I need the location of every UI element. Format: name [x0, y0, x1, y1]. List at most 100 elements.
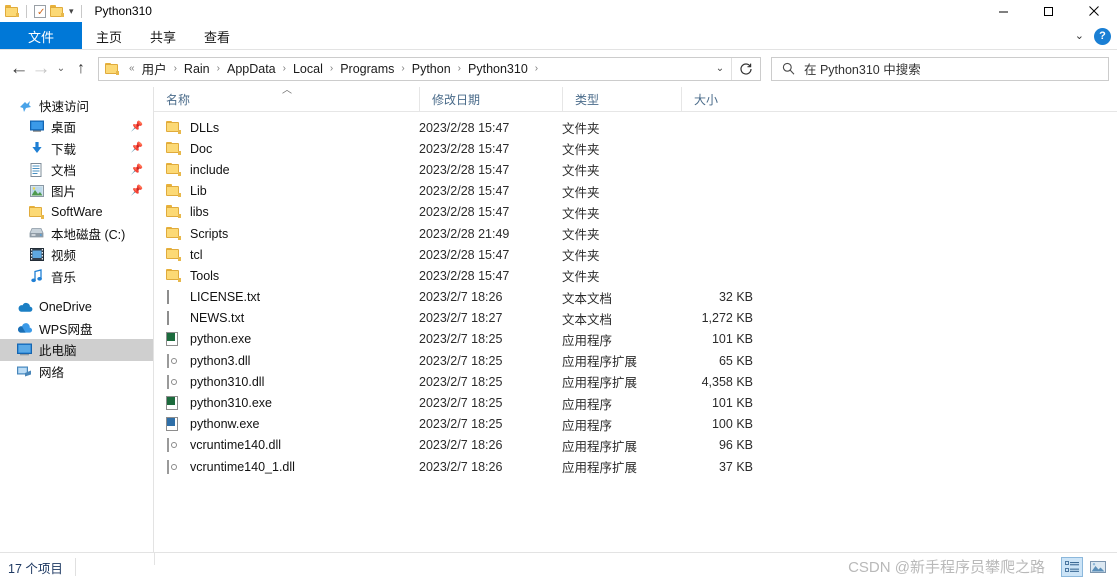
file-name-cell[interactable]: pythonw.exe — [154, 417, 419, 432]
file-type-cell: 文件夹 — [562, 249, 600, 264]
sidebar-item-documents[interactable]: 文档 📌 — [0, 159, 153, 180]
column-header-type[interactable]: 类型 — [562, 87, 681, 111]
sidebar-item-software[interactable]: SoftWare — [0, 201, 153, 222]
help-icon[interactable]: ? — [1094, 27, 1111, 45]
file-name-cell[interactable]: vcruntime140.dll — [154, 438, 419, 453]
file-name-label: Tools — [190, 268, 220, 283]
column-label-type: 类型 — [575, 92, 600, 107]
tab-home[interactable]: 主页 — [82, 22, 136, 50]
item-count-label: 17 个项目 — [8, 561, 63, 576]
column-header-size[interactable]: 大小 — [681, 87, 762, 111]
sidebar-item-network[interactable]: 网络 — [0, 361, 153, 382]
back-button[interactable]: ← — [8, 55, 30, 83]
pin-icon-downloads[interactable]: 📌 — [131, 143, 143, 154]
close-button[interactable] — [1071, 0, 1117, 22]
table-row[interactable]: Lib 2023/2/28 15:47 文件夹 — [154, 181, 1117, 202]
table-row[interactable]: Scripts 2023/2/28 21:49 文件夹 — [154, 223, 1117, 244]
breadcrumb-dropdown-icon[interactable]: ⌄ — [709, 63, 731, 74]
file-name-label: Scripts — [190, 226, 229, 241]
table-row[interactable]: pythonw.exe 2023/2/7 18:25 应用程序 100 KB — [154, 414, 1117, 435]
sidebar-item-music[interactable]: 音乐 — [0, 265, 153, 286]
breadcrumb-item-appdata[interactable]: AppData — [225, 62, 278, 76]
table-row[interactable]: vcruntime140.dll 2023/2/7 18:26 应用程序扩展 96 K… — [154, 435, 1117, 456]
large-icons-view-button[interactable] — [1087, 557, 1109, 577]
table-row[interactable]: Tools 2023/2/28 15:47 文件夹 — [154, 265, 1117, 286]
file-name-cell[interactable]: NEWS.txt — [154, 311, 419, 326]
file-name-cell[interactable]: python3.dll — [154, 353, 419, 368]
table-row[interactable]: DLLs 2023/2/28 15:47 文件夹 — [154, 117, 1117, 138]
table-row[interactable]: vcruntime140_1.dll 2023/2/7 18:26 应用程序扩展 37… — [154, 456, 1117, 477]
sidebar-item-videos[interactable]: 视频 — [0, 244, 153, 265]
search-box[interactable]: 在 Python310 中搜索 — [771, 56, 1109, 81]
sidebar-item-desktop[interactable]: 桌面 📌 — [0, 116, 153, 137]
table-row[interactable]: Doc 2023/2/28 15:47 文件夹 — [154, 138, 1117, 159]
file-name-cell[interactable]: vcruntime140_1.dll — [154, 459, 419, 474]
sidebar-item-wps-cloud[interactable]: WPS网盘 — [0, 318, 153, 339]
breadcrumb-item-local[interactable]: Local — [291, 62, 325, 76]
pin-icon-desktop[interactable]: 📌 — [131, 121, 143, 132]
file-name-cell[interactable]: include — [154, 162, 419, 177]
details-view-button[interactable] — [1061, 557, 1083, 577]
customize-qat-caret-icon[interactable]: ▾ — [69, 6, 74, 16]
music-icon — [28, 269, 45, 283]
table-row[interactable]: libs 2023/2/28 15:47 文件夹 — [154, 202, 1117, 223]
file-name-label: python.exe — [190, 332, 252, 347]
tab-view[interactable]: 查看 — [190, 22, 244, 50]
breadcrumb-item-python[interactable]: Python — [410, 62, 453, 76]
navigation-pane: 快速访问 桌面 📌 下载 📌 文档 📌 图片 📌 SoftWare 本地磁盘 (… — [0, 87, 154, 552]
pin-icon-pictures[interactable]: 📌 — [131, 185, 143, 196]
table-row[interactable]: NEWS.txt 2023/2/7 18:27 文本文档 1,272 KB — [154, 308, 1117, 329]
address-bar: ← → ⌄ ↑ « 用户 › Rain › AppData › Local › … — [0, 50, 1117, 87]
sidebar-item-pictures[interactable]: 图片 📌 — [0, 180, 153, 201]
file-date-cell: 2023/2/28 21:49 — [419, 226, 510, 241]
main-area: 快速访问 桌面 📌 下载 📌 文档 📌 图片 📌 SoftWare 本地磁盘 (… — [0, 86, 1117, 552]
folder-icon[interactable] — [5, 5, 19, 17]
file-name-cell[interactable]: Lib — [154, 184, 419, 198]
tab-share[interactable]: 共享 — [136, 22, 190, 50]
file-name-cell[interactable]: LICENSE.txt — [154, 290, 419, 305]
sidebar-item-downloads[interactable]: 下载 📌 — [0, 138, 153, 159]
column-header-name[interactable]: ︿ 名称 — [154, 86, 419, 111]
table-row[interactable]: include 2023/2/28 15:47 文件夹 — [154, 159, 1117, 180]
dll-icon — [167, 459, 169, 474]
recent-locations-button[interactable]: ⌄ — [52, 55, 70, 83]
properties-icon[interactable]: ✓ — [34, 4, 46, 18]
breadcrumb-item-programs[interactable]: Programs — [338, 62, 396, 76]
chevron-down-icon[interactable]: ⌄ — [1075, 30, 1084, 42]
breadcrumb-item-rain[interactable]: Rain — [182, 62, 212, 76]
tab-file[interactable]: 文件 — [0, 22, 82, 50]
table-row[interactable]: tcl 2023/2/28 15:47 文件夹 — [154, 244, 1117, 265]
maximize-button[interactable] — [1026, 0, 1071, 22]
file-name-cell[interactable]: DLLs — [154, 120, 419, 135]
up-button[interactable]: ↑ — [70, 55, 92, 83]
file-name-cell[interactable]: Tools — [154, 268, 419, 283]
file-name-cell[interactable]: libs — [154, 205, 419, 219]
sidebar-item-this-pc[interactable]: 此电脑 — [0, 339, 153, 361]
table-row[interactable]: python310.dll 2023/2/7 18:25 应用程序扩展 4,358 K… — [154, 371, 1117, 392]
file-name-cell[interactable]: tcl — [154, 247, 419, 262]
sidebar-item-local-disk-c[interactable]: 本地磁盘 (C:) — [0, 223, 153, 244]
table-row[interactable]: python310.exe 2023/2/7 18:25 应用程序 101 KB — [154, 392, 1117, 413]
sidebar-item-onedrive[interactable]: OneDrive — [0, 297, 153, 318]
table-row[interactable]: python.exe 2023/2/7 18:25 应用程序 101 KB — [154, 329, 1117, 350]
sidebar-item-quick-access[interactable]: 快速访问 — [0, 95, 153, 116]
column-header-date[interactable]: 修改日期 — [419, 87, 562, 111]
file-name-cell[interactable]: Doc — [154, 141, 419, 156]
file-date-cell: 2023/2/28 15:47 — [419, 162, 510, 177]
search-input[interactable]: 在 Python310 中搜索 — [804, 59, 921, 78]
new-folder-icon[interactable] — [50, 5, 64, 17]
minimize-button[interactable] — [981, 0, 1026, 22]
breadcrumb-bar[interactable]: « 用户 › Rain › AppData › Local › Programs… — [98, 56, 761, 81]
file-name-cell[interactable]: python310.dll — [154, 374, 419, 389]
refresh-button[interactable] — [732, 62, 760, 76]
file-size-cell: 32 KB — [718, 290, 753, 305]
table-row[interactable]: python3.dll 2023/2/7 18:25 应用程序扩展 65 KB — [154, 350, 1117, 371]
breadcrumb-item-users[interactable]: 用户 — [140, 59, 169, 78]
breadcrumb-item-python310[interactable]: Python310 — [466, 62, 530, 76]
forward-button[interactable]: → — [30, 55, 52, 83]
table-row[interactable]: LICENSE.txt 2023/2/7 18:26 文本文档 32 KB — [154, 287, 1117, 308]
file-name-cell[interactable]: python.exe — [154, 332, 419, 347]
file-name-cell[interactable]: Scripts — [154, 226, 419, 241]
file-name-cell[interactable]: python310.exe — [154, 396, 419, 411]
pin-icon-documents[interactable]: 📌 — [131, 164, 143, 175]
